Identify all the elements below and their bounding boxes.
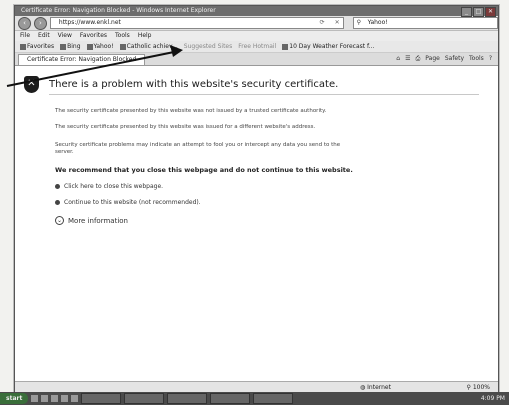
home-icon[interactable]: ⌂	[396, 54, 400, 64]
menu-favorites[interactable]: Favorites	[80, 31, 107, 41]
search-value: Yahoo!	[367, 19, 388, 26]
favorites-bar: Favorites Bing Yahoo! Catholic achiev...…	[15, 41, 498, 53]
command-bar: ⌂ ☰ ⎙ Page Safety Tools ?	[396, 54, 492, 64]
minimize-button[interactable]: _	[461, 7, 472, 17]
taskbar-button-1[interactable]	[81, 393, 122, 404]
error-heading: There is a problem with this website's s…	[49, 79, 479, 95]
menu-file[interactable]: File	[20, 31, 30, 41]
quick-launch-ie-icon[interactable]	[31, 395, 39, 402]
address-row: ‹ › https://www.enkl.net ⟳ ✕ ⚲ Yahoo!	[15, 16, 499, 31]
fav-weather[interactable]: 10 Day Weather Forecast f...	[282, 43, 374, 50]
yahoo-icon	[86, 43, 93, 50]
back-arrow-icon[interactable]: ‹	[18, 16, 31, 30]
fav-hotmail[interactable]: Free Hotmail	[238, 43, 276, 50]
system-clock: 4:09 PM	[480, 395, 505, 402]
window-title: Certificate Error: Navigation Blocked - …	[21, 7, 216, 14]
stop-icon[interactable]: ✕	[335, 18, 340, 28]
red-shield-icon	[55, 200, 60, 205]
close-window-button[interactable]: ✕	[485, 7, 496, 17]
page-content: ✕ There is a problem with this website's…	[15, 66, 498, 366]
star-icon	[20, 43, 26, 50]
taskbar-button-4[interactable]	[210, 393, 251, 404]
print-icon[interactable]: ⎙	[415, 54, 420, 64]
browser-window: Certificate Error: Navigation Blocked - …	[14, 5, 499, 394]
continue-link[interactable]: Continue to this website (not recommende…	[55, 199, 201, 206]
page-icon	[119, 43, 126, 50]
weather-icon	[282, 43, 289, 50]
search-icon: ⚲	[356, 19, 362, 26]
fav-catholic[interactable]: Catholic achiev...	[119, 43, 178, 50]
taskbar: start 4:09 PM	[0, 392, 509, 405]
menu-help[interactable]: Help	[138, 31, 152, 41]
fav-bing[interactable]: Bing	[60, 43, 81, 50]
start-button[interactable]: start	[0, 393, 29, 404]
taskbar-button-2[interactable]	[124, 393, 165, 404]
bing-icon	[60, 43, 67, 50]
shield-x-icon: ✕	[24, 76, 39, 93]
error-paragraph-untrusted: The security certificate presented by th…	[55, 108, 327, 114]
menu-edit[interactable]: Edit	[38, 31, 50, 41]
refresh-icon[interactable]: ⟳	[320, 18, 325, 28]
error-paragraph-risk: Security certificate problems may indica…	[55, 142, 341, 155]
fav-yahoo[interactable]: Yahoo!	[86, 43, 114, 50]
tools-menu[interactable]: Tools	[469, 54, 484, 64]
menu-bar: File Edit View Favorites Tools Help	[15, 31, 498, 41]
tab-row: Certificate Error: Navigation Blocked ⌂ …	[15, 53, 498, 66]
fav-suggested-sites[interactable]: Suggested Sites	[184, 43, 232, 50]
more-information-toggle[interactable]: ⌄ More information	[55, 216, 128, 225]
search-input[interactable]: ⚲ Yahoo!	[352, 17, 499, 29]
expand-icon: ⌄	[55, 216, 64, 225]
url-text: https://www.enkl.net	[58, 19, 121, 26]
page-menu[interactable]: Page	[425, 54, 440, 64]
quick-launch-mail-icon[interactable]	[61, 395, 69, 402]
green-check-icon	[55, 184, 60, 189]
close-webpage-link[interactable]: Click here to close this webpage.	[55, 183, 163, 190]
help-icon[interactable]: ?	[489, 54, 492, 64]
maximize-button[interactable]: □	[473, 7, 484, 17]
menu-view[interactable]: View	[58, 31, 72, 41]
menu-tools[interactable]: Tools	[115, 31, 130, 41]
error-paragraph-mismatch: The security certificate presented by th…	[55, 124, 316, 130]
quick-launch-desktop-icon[interactable]	[41, 395, 49, 402]
taskbar-button-3[interactable]	[167, 393, 208, 404]
forward-arrow-icon[interactable]: ›	[33, 16, 47, 30]
tab-certificate-error[interactable]: Certificate Error: Navigation Blocked	[18, 54, 146, 65]
taskbar-button-5[interactable]	[253, 393, 294, 404]
favorites-button[interactable]: Favorites	[20, 43, 54, 50]
recommendation-text: We recommend that you close this webpage…	[55, 166, 353, 174]
title-bar: Certificate Error: Navigation Blocked - …	[15, 6, 498, 17]
quick-launch-folder-icon[interactable]	[71, 395, 79, 402]
feeds-icon[interactable]: ☰	[405, 54, 410, 64]
address-bar[interactable]: https://www.enkl.net ⟳ ✕	[49, 17, 344, 29]
quick-launch-media-icon[interactable]	[51, 395, 59, 402]
safety-menu[interactable]: Safety	[445, 54, 464, 64]
